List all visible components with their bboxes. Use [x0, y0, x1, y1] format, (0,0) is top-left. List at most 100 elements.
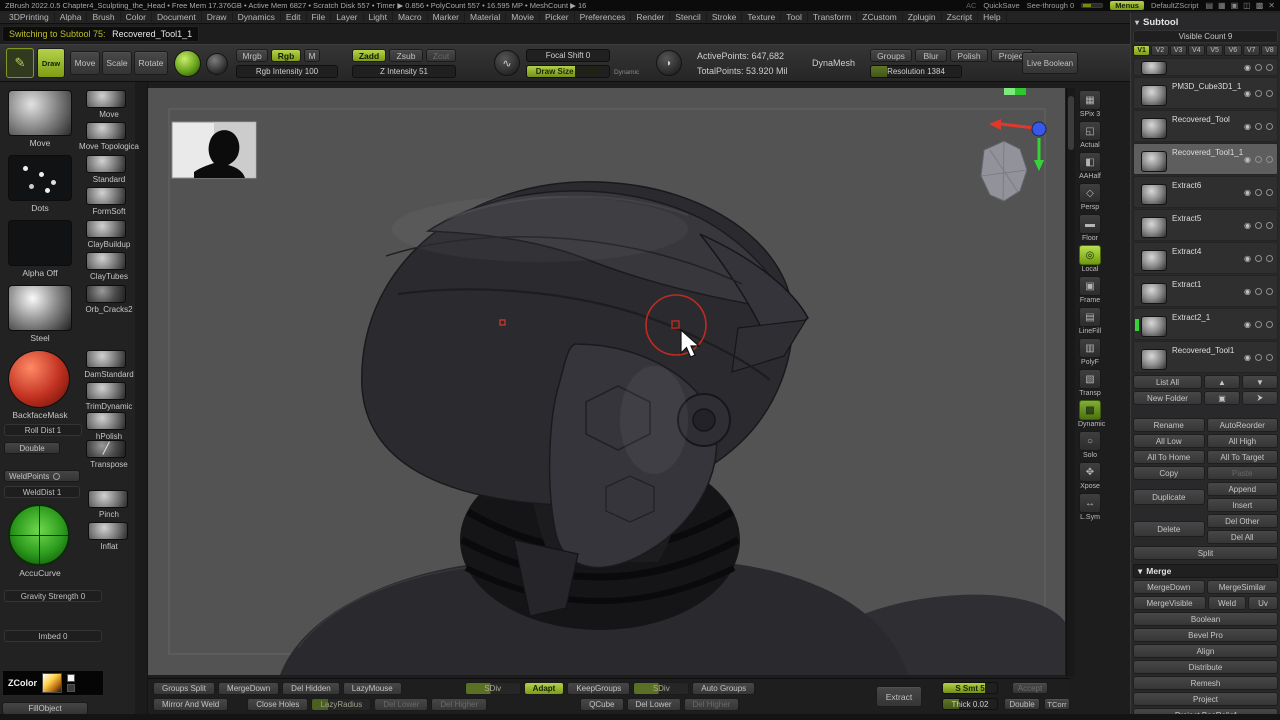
remesh-button[interactable]: Remesh	[1133, 676, 1278, 690]
brush-thumb-pinch[interactable]	[88, 490, 128, 508]
alpha-icon[interactable]: ◗	[656, 50, 682, 76]
bottom-bar-button[interactable]: Adapt	[524, 682, 565, 695]
bottom-bar-button[interactable]: Del Hidden	[282, 682, 340, 695]
v-tab[interactable]: V3	[1170, 45, 1187, 56]
menu-item[interactable]: Texture	[742, 12, 781, 22]
menu-item[interactable]: Brush	[87, 12, 120, 22]
bottom-bar-button[interactable]: MergeDown	[218, 682, 279, 695]
bottom-bar-button[interactable]: Del Lower	[627, 698, 681, 711]
roll-dist-slider[interactable]: Roll Dist 1	[4, 424, 82, 436]
bottom-bar-button[interactable]: SDiv	[465, 682, 521, 695]
menu-item[interactable]: Document	[152, 12, 202, 22]
move-up-button[interactable]: ▲	[1204, 375, 1240, 389]
stroke-icon[interactable]: ∿	[494, 50, 520, 76]
visibility-eye-icon[interactable]: ◉	[1244, 89, 1251, 98]
current-material-icon[interactable]	[206, 53, 228, 75]
polypaint-circle-icon[interactable]	[1255, 189, 1262, 196]
copy-button[interactable]: Copy	[1133, 466, 1205, 480]
polypaint-circle-icon[interactable]	[1255, 255, 1262, 262]
scale-button[interactable]: Scale	[102, 51, 132, 75]
shelf-toggle[interactable]: ▩ Dynamic	[1078, 400, 1102, 428]
accept-button[interactable]: Accept	[1012, 682, 1048, 694]
uv-circle-icon[interactable]	[1266, 189, 1273, 196]
brush-thumb-move-topological[interactable]	[86, 122, 126, 140]
subtool-item[interactable]: Extract2_1 ◉	[1133, 308, 1278, 340]
polypaint-circle-icon[interactable]	[1255, 64, 1262, 71]
bottom-bar-button[interactable]: LazyMouse	[343, 682, 402, 695]
subtool-item[interactable]: PM3D_Cube3D1_1 ◉	[1133, 77, 1278, 109]
zadd-button[interactable]: Zadd	[352, 49, 386, 62]
mergevisible-button[interactable]: MergeVisible	[1133, 596, 1206, 610]
del-all-button[interactable]: Del All	[1207, 530, 1279, 544]
subtool-item[interactable]: Extract1 ◉	[1133, 275, 1278, 307]
all-low-button[interactable]: All Low	[1133, 434, 1205, 448]
menu-item[interactable]: Preferences	[575, 12, 632, 22]
polypaint-circle-icon[interactable]	[1255, 123, 1262, 130]
menu-item[interactable]: File	[307, 12, 332, 22]
s-smt-slider[interactable]: S Smt 5	[942, 682, 998, 694]
zcolor-panel[interactable]: ZColor	[2, 670, 104, 696]
draw-size-slider[interactable]: Draw Size 56.467	[526, 65, 610, 78]
bottom-bar-button[interactable]: Del Higher	[431, 698, 487, 711]
edit-button[interactable]: ✎	[6, 48, 34, 78]
bottom-bar-button[interactable]: Groups Split	[153, 682, 215, 695]
menu-item[interactable]: 3DPrinting	[4, 12, 55, 22]
window-control-icon[interactable]: ▩	[1256, 1, 1264, 10]
rgb-button[interactable]: Rgb	[271, 49, 301, 62]
tcorr-button[interactable]: TCorr	[1044, 698, 1070, 710]
v-tab[interactable]: V5	[1206, 45, 1223, 56]
mergesimilar-button[interactable]: MergeSimilar	[1207, 580, 1279, 594]
brush-thumb-standard[interactable]	[86, 155, 126, 173]
brush-thumb-move[interactable]	[8, 90, 72, 136]
bevel-pro-button[interactable]: Bevel Pro	[1133, 628, 1278, 642]
material-thumb-steel[interactable]	[8, 285, 72, 331]
blur-button[interactable]: Blur	[915, 49, 947, 62]
align-button[interactable]: Align	[1133, 644, 1278, 658]
shelf-toggle[interactable]: ◱ Actual	[1078, 121, 1102, 149]
shelf-toggle[interactable]: ◇ Persp	[1078, 183, 1102, 211]
visibility-eye-icon[interactable]: ◉	[1244, 155, 1251, 164]
z-intensity-slider[interactable]: Z Intensity 51	[352, 65, 456, 78]
shelf-toggle[interactable]: ↔ L.Sym	[1078, 493, 1102, 521]
shelf-toggle[interactable]: ✥ Xpose	[1078, 462, 1102, 490]
menu-item[interactable]: Help	[978, 12, 1006, 22]
shelf-toggle-icon[interactable]: ◎	[1079, 245, 1101, 265]
v-tab[interactable]: V7	[1243, 45, 1260, 56]
double-button-bottom[interactable]: Double	[1004, 698, 1040, 710]
append-button[interactable]: Append	[1207, 482, 1279, 496]
window-control-icon[interactable]: ▦	[1218, 1, 1226, 10]
brush-thumb-claybuildup[interactable]	[86, 220, 126, 238]
accucurve-preview[interactable]	[8, 504, 70, 566]
shelf-toggle-icon[interactable]: ▣	[1079, 276, 1101, 296]
menu-item[interactable]: Zplugin	[903, 12, 942, 22]
shelf-toggle-icon[interactable]: ↔	[1079, 493, 1101, 513]
extract-button[interactable]: Extract	[876, 686, 922, 707]
paste-button[interactable]: Paste	[1207, 466, 1279, 480]
weldpoints-toggle[interactable]: WeldPoints	[4, 470, 80, 482]
menu-item[interactable]: Dynamics	[233, 12, 281, 22]
shelf-toggle-icon[interactable]: ✥	[1079, 462, 1101, 482]
uv-circle-icon[interactable]	[1266, 64, 1273, 71]
insert-button[interactable]: Insert	[1207, 498, 1279, 512]
visibility-eye-icon[interactable]: ◉	[1244, 122, 1251, 131]
scrollbar-thumb[interactable]	[1068, 96, 1074, 150]
live-boolean-button[interactable]: Live Boolean	[1022, 52, 1078, 74]
menu-item[interactable]: Tool	[781, 12, 808, 22]
bottom-bar-button[interactable]: SDiv	[633, 682, 689, 695]
shelf-toggle[interactable]: ▧ Transp	[1078, 369, 1102, 397]
rotate-button[interactable]: Rotate	[134, 51, 168, 75]
folder-move-icon-button[interactable]: ⮞	[1242, 391, 1278, 405]
visibility-eye-icon[interactable]: ◉	[1244, 221, 1251, 230]
shelf-toggle-icon[interactable]: ▧	[1079, 369, 1101, 389]
visibility-eye-icon[interactable]: ◉	[1244, 254, 1251, 263]
polypaint-circle-icon[interactable]	[1255, 222, 1262, 229]
subtool-item[interactable]: Recovered_Tool1_1 ◉	[1133, 143, 1278, 175]
canvas-scrollbar[interactable]	[1066, 88, 1075, 676]
project-section-button[interactable]: Project	[1133, 692, 1278, 706]
shelf-toggle-icon[interactable]: ▩	[1079, 400, 1101, 420]
menus-button[interactable]: Menus	[1110, 1, 1144, 10]
visibility-eye-icon[interactable]: ◉	[1244, 63, 1251, 72]
menu-item[interactable]: ZCustom	[857, 12, 902, 22]
menu-item[interactable]: Material	[465, 12, 506, 22]
window-control-icon[interactable]: ▣	[1231, 1, 1239, 10]
